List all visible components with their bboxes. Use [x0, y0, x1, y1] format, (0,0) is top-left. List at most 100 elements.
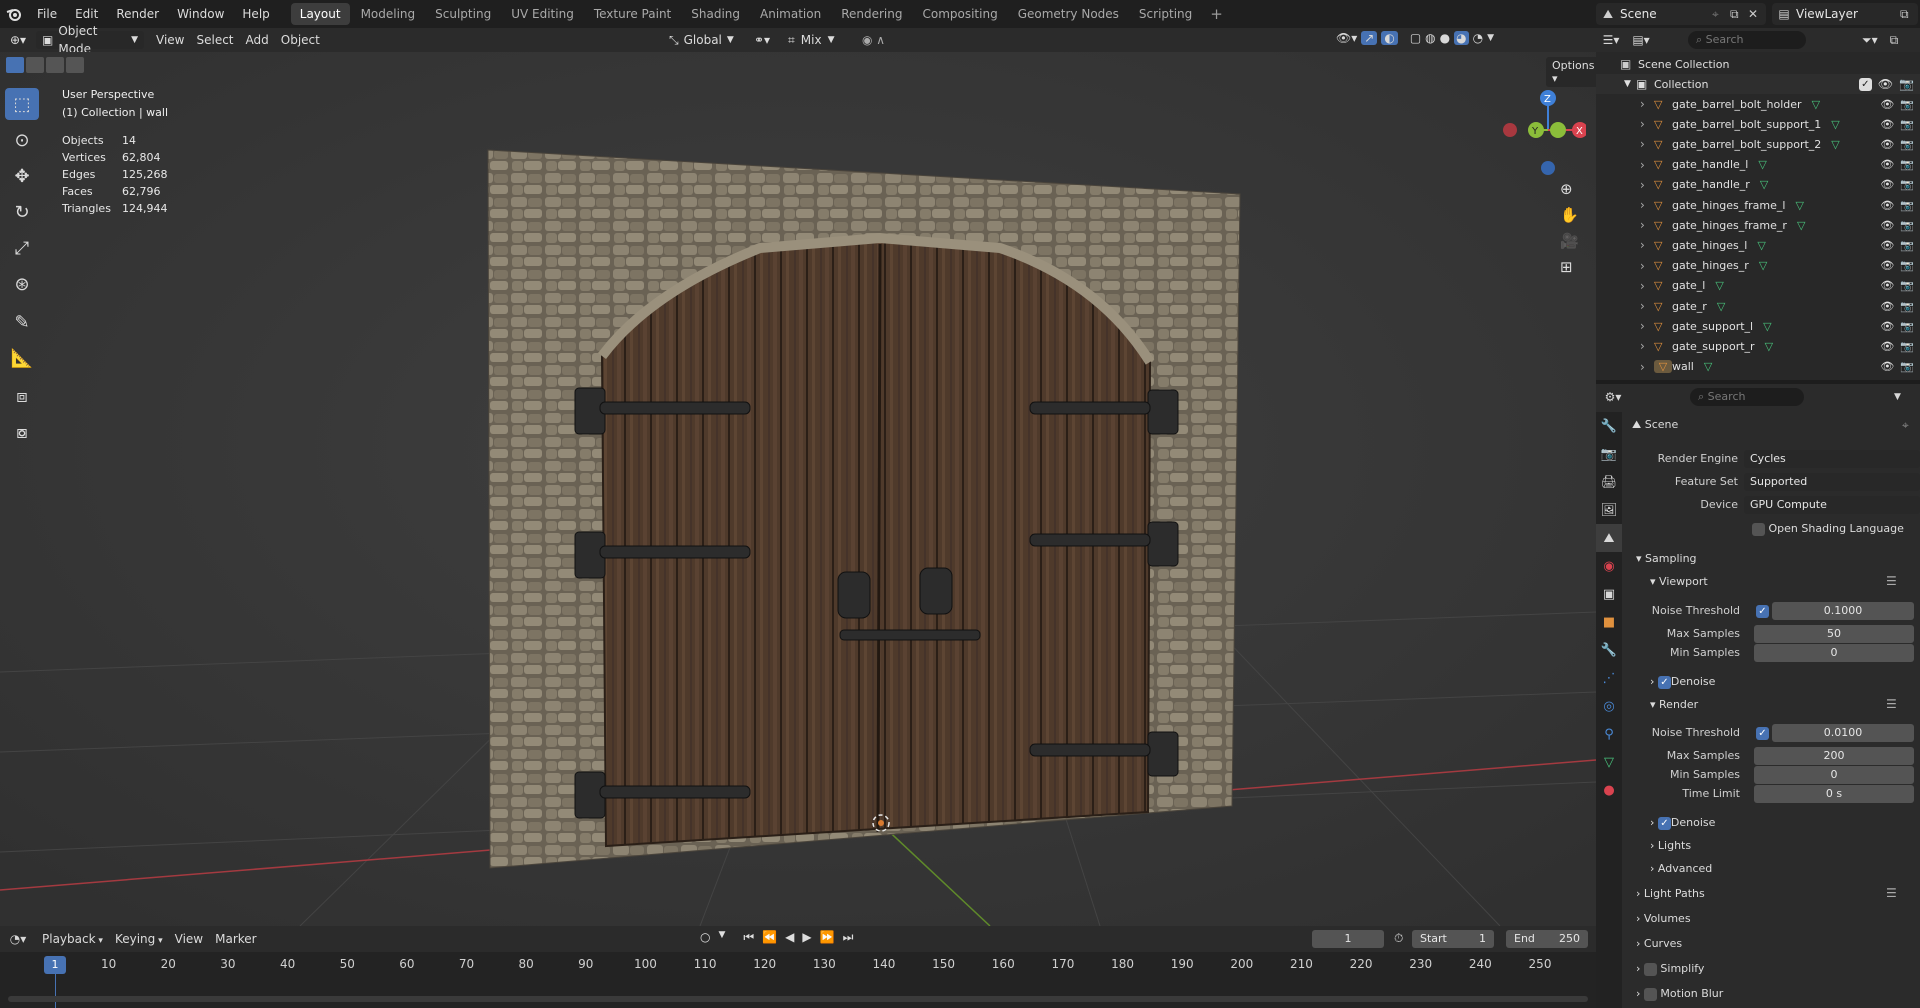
- outliner-item-gate-l[interactable]: › ▽ gate_l ▽ 👁 📷: [1596, 276, 1920, 296]
- tab-texture-paint[interactable]: Texture Paint: [585, 3, 680, 25]
- chevron-right-icon[interactable]: ›: [1640, 279, 1654, 293]
- mesh-data-icon[interactable]: ▽: [1759, 259, 1881, 272]
- outliner-item-gate-support-r[interactable]: › ▽ gate_support_r ▽ 👁 📷: [1596, 336, 1920, 356]
- cursor-icon[interactable]: ⊙: [5, 124, 39, 156]
- chevron-right-icon[interactable]: ›: [1640, 339, 1654, 353]
- mesh-data-icon[interactable]: ▽: [1760, 178, 1881, 191]
- scene-collection-row[interactable]: ▣ Scene Collection: [1596, 54, 1920, 74]
- play-reverse-icon[interactable]: ◀: [785, 930, 794, 945]
- mesh-data-icon[interactable]: ▽: [1704, 360, 1880, 373]
- outliner-item-gate-r[interactable]: › ▽ gate_r ▽ 👁 📷: [1596, 296, 1920, 316]
- camera-icon[interactable]: 📷: [1900, 158, 1914, 171]
- list-icon[interactable]: ☰: [1886, 574, 1897, 588]
- eye-icon[interactable]: 👁: [1878, 77, 1893, 91]
- eye-icon[interactable]: 👁: [1880, 279, 1894, 292]
- camera-icon[interactable]: 📷: [1900, 279, 1914, 292]
- chevron-right-icon[interactable]: ›: [1640, 218, 1654, 232]
- overlay-toggle-icon[interactable]: ◐: [1381, 31, 1398, 45]
- render-engine-dropdown[interactable]: Cycles: [1744, 450, 1920, 468]
- tab-sculpting[interactable]: Sculpting: [426, 3, 500, 25]
- camera-icon[interactable]: 📷: [1900, 259, 1914, 272]
- data-tab-icon[interactable]: ▽: [1596, 748, 1622, 776]
- delete-scene-icon[interactable]: ✕: [1748, 7, 1766, 21]
- collection-row[interactable]: ▼ ▣ Collection ✓ 👁 📷: [1596, 74, 1920, 94]
- outliner-item-gate-barrel-bolt-holder[interactable]: › ▽ gate_barrel_bolt_holder ▽ 👁 📷: [1596, 94, 1920, 114]
- chevron-right-icon[interactable]: ›: [1640, 198, 1654, 212]
- exclude-checkbox[interactable]: ✓: [1858, 77, 1872, 91]
- outliner-item-gate-barrel-bolt-support-1[interactable]: › ▽ gate_barrel_bolt_support_1 ▽ 👁 📷: [1596, 114, 1920, 134]
- eye-icon[interactable]: 👁: [1880, 340, 1894, 353]
- advanced-subheader[interactable]: › Advanced: [1650, 860, 1712, 878]
- eye-icon[interactable]: 👁: [1880, 239, 1894, 252]
- camera-icon[interactable]: 📷: [1900, 360, 1914, 373]
- display-mode-icon[interactable]: ▤▾: [1626, 33, 1656, 47]
- physics-tab-icon[interactable]: ◎: [1596, 692, 1622, 720]
- annotate-icon[interactable]: ✎: [5, 306, 39, 338]
- scale-icon[interactable]: ⤢: [5, 232, 39, 264]
- chevron-down-icon[interactable]: ▼: [1894, 392, 1901, 402]
- add-object-icon[interactable]: ⧇: [5, 416, 39, 448]
- mesh-data-icon[interactable]: ▽: [1763, 320, 1880, 333]
- proportional-edit-button[interactable]: ◉ ∧: [856, 31, 891, 49]
- outliner-item-gate-hinges-frame-l[interactable]: › ▽ gate_hinges_frame_l ▽ 👁 📷: [1596, 195, 1920, 215]
- xray-icon[interactable]: ▢: [1410, 31, 1421, 45]
- volumes-header[interactable]: › Volumes: [1636, 910, 1691, 928]
- time-limit-field[interactable]: 0 s: [1754, 785, 1914, 803]
- osl-checkbox-row[interactable]: Open Shading Language: [1752, 520, 1904, 538]
- new-view-layer-icon[interactable]: ⧉: [1900, 7, 1918, 22]
- viewport-menu-select[interactable]: Select: [190, 31, 239, 49]
- object-tab-icon[interactable]: ■: [1596, 608, 1622, 636]
- tab-animation[interactable]: Animation: [751, 3, 830, 25]
- camera-icon[interactable]: 📷: [1900, 219, 1914, 232]
- tab-compositing[interactable]: Compositing: [913, 3, 1006, 25]
- tab-shading[interactable]: Shading: [682, 3, 749, 25]
- device-dropdown[interactable]: GPU Compute: [1744, 496, 1920, 514]
- eye-icon[interactable]: 👁: [1880, 158, 1894, 171]
- select-intersect-icon[interactable]: [66, 57, 84, 73]
- mesh-data-icon[interactable]: ▽: [1831, 118, 1880, 131]
- material-shading-icon[interactable]: ◕: [1454, 31, 1469, 45]
- render-min-field[interactable]: 0: [1754, 766, 1914, 784]
- render-noise-field[interactable]: 0.0100: [1772, 724, 1914, 742]
- clock-icon[interactable]: ⏱: [1394, 931, 1403, 946]
- zoom-icon[interactable]: ⊕: [1560, 180, 1579, 198]
- outliner-item-gate-handle-l[interactable]: › ▽ gate_handle_l ▽ 👁 📷: [1596, 155, 1920, 175]
- jump-end-icon[interactable]: ⏭: [843, 930, 854, 945]
- viewport-menu-view[interactable]: View: [150, 31, 190, 49]
- pin-icon[interactable]: ⌖: [1712, 7, 1730, 22]
- eye-icon[interactable]: 👁: [1880, 118, 1894, 131]
- eye-icon[interactable]: 👁: [1880, 138, 1894, 151]
- viewport-denoise-row[interactable]: › ✓ Denoise: [1650, 673, 1715, 691]
- osl-checkbox[interactable]: [1752, 522, 1765, 536]
- viewport-menu-add[interactable]: Add: [240, 31, 275, 49]
- camera-icon[interactable]: 📷: [1900, 199, 1914, 212]
- outliner-item-gate-barrel-bolt-support-2[interactable]: › ▽ gate_barrel_bolt_support_2 ▽ 👁 📷: [1596, 134, 1920, 154]
- curves-header[interactable]: › Curves: [1636, 935, 1682, 953]
- motion-blur-header[interactable]: › Motion Blur: [1636, 985, 1723, 1003]
- snap-dropdown[interactable]: ⌗ Mix ▼: [782, 31, 840, 49]
- viewport-noise-field[interactable]: 0.1000: [1772, 602, 1914, 620]
- tool-tab-icon[interactable]: 🔧: [1596, 412, 1622, 440]
- viewport-max-field[interactable]: 50: [1754, 625, 1914, 643]
- pivot-dropdown[interactable]: ⚭▾: [748, 31, 776, 49]
- scene-tab-icon[interactable]: ⛰: [1596, 524, 1622, 552]
- chevron-down-icon[interactable]: ▼: [1624, 79, 1636, 89]
- auto-keying-icon[interactable]: ○: [700, 930, 710, 945]
- mesh-data-icon[interactable]: ▽: [1715, 279, 1880, 292]
- material-tab-icon[interactable]: ●: [1596, 776, 1622, 804]
- menu-help[interactable]: Help: [233, 0, 278, 28]
- scene-selector[interactable]: ⛰ Scene ⌖ ⧉ ✕: [1596, 3, 1766, 25]
- render-denoise-row[interactable]: › ✓ Denoise: [1650, 814, 1715, 832]
- constraints-tab-icon[interactable]: ⚲: [1596, 720, 1622, 748]
- rotate-icon[interactable]: ↻: [5, 196, 39, 228]
- outliner-item-gate-hinges-frame-r[interactable]: › ▽ gate_hinges_frame_r ▽ 👁 📷: [1596, 215, 1920, 235]
- world-tab-icon[interactable]: ◉: [1596, 552, 1622, 580]
- tab-scripting[interactable]: Scripting: [1130, 3, 1201, 25]
- light-paths-header[interactable]: › Light Paths: [1636, 885, 1705, 903]
- select-extend-icon[interactable]: [26, 57, 44, 73]
- outliner-item-gate-hinges-l[interactable]: › ▽ gate_hinges_l ▽ 👁 📷: [1596, 235, 1920, 255]
- eye-icon[interactable]: 👁: [1880, 360, 1894, 373]
- camera-icon[interactable]: 📷: [1900, 138, 1914, 151]
- outliner-editor-icon[interactable]: ☰▾: [1596, 33, 1626, 47]
- chevron-right-icon[interactable]: ›: [1640, 137, 1654, 151]
